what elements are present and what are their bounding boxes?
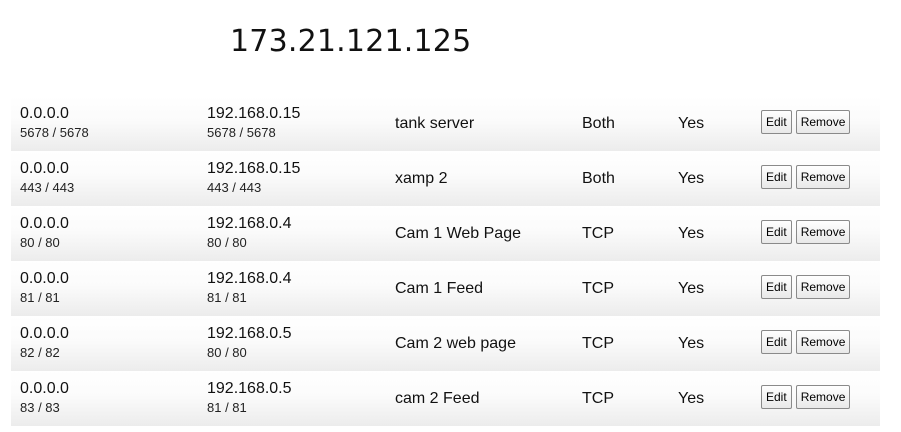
external-ip: 0.0.0.0 [20,325,69,342]
internal-ports: 443 / 443 [207,180,262,195]
remove-button[interactable]: Remove [795,165,851,189]
external-address-cell: 0.0.0.0 83 / 83 [20,380,69,416]
internal-address-cell: 192.168.0.4 81 / 81 [207,270,292,306]
enabled-status: Yes [678,280,705,297]
external-ports: 81 / 81 [20,290,60,305]
internal-ip: 192.168.0.15 [207,160,301,177]
remove-button[interactable]: Remove [795,385,851,409]
row-actions: Edit Remove [761,385,851,409]
external-address-cell: 0.0.0.0 81 / 81 [20,270,69,306]
external-ip: 0.0.0.0 [20,215,69,232]
edit-button[interactable]: Edit [761,275,792,299]
internal-ip: 192.168.0.5 [207,325,292,342]
internal-ports: 81 / 81 [207,400,247,415]
enabled-status: Yes [678,170,705,187]
enabled-status: Yes [678,115,705,132]
rule-name: Cam 1 Web Page [395,225,521,242]
external-address-cell: 0.0.0.0 5678 / 5678 [20,105,89,141]
table-row: 0.0.0.0 80 / 80 192.168.0.4 80 / 80 Cam … [11,206,880,261]
external-ip: 0.0.0.0 [20,160,69,177]
external-ports: 83 / 83 [20,400,60,415]
row-actions: Edit Remove [761,110,851,134]
external-address-cell: 0.0.0.0 82 / 82 [20,325,69,361]
enabled-status: Yes [678,225,705,242]
internal-ports: 81 / 81 [207,290,247,305]
remove-button[interactable]: Remove [795,275,851,299]
rule-name: cam 2 Feed [395,390,480,407]
internal-ports: 80 / 80 [207,345,247,360]
row-actions: Edit Remove [761,275,851,299]
internal-address-cell: 192.168.0.5 81 / 81 [207,380,292,416]
internal-ip: 192.168.0.15 [207,105,301,122]
rule-name: tank server [395,115,475,132]
remove-button[interactable]: Remove [795,330,851,354]
protocol: TCP [582,390,614,407]
rule-name: Cam 1 Feed [395,280,484,297]
protocol: Both [582,170,615,187]
table-row: 0.0.0.0 82 / 82 192.168.0.5 80 / 80 Cam … [11,316,880,371]
remove-button[interactable]: Remove [795,220,851,244]
enabled-status: Yes [678,335,705,352]
row-actions: Edit Remove [761,165,851,189]
enabled-status: Yes [678,390,705,407]
table-row: 0.0.0.0 5678 / 5678 192.168.0.15 5678 / … [11,96,880,151]
rule-name: xamp 2 [395,170,448,187]
external-ip: 0.0.0.0 [20,105,69,122]
public-ip-title: 173.21.121.125 [230,24,472,59]
edit-button[interactable]: Edit [761,385,792,409]
external-ports: 5678 / 5678 [20,125,89,140]
edit-button[interactable]: Edit [761,220,792,244]
table-row: 0.0.0.0 81 / 81 192.168.0.4 81 / 81 Cam … [11,261,880,316]
protocol: TCP [582,335,614,352]
protocol: TCP [582,225,614,242]
internal-address-cell: 192.168.0.15 443 / 443 [207,160,300,196]
edit-button[interactable]: Edit [761,165,792,189]
remove-button[interactable]: Remove [795,110,851,134]
internal-address-cell: 192.168.0.15 5678 / 5678 [207,105,300,141]
external-ip: 0.0.0.0 [20,270,69,287]
protocol: TCP [582,280,614,297]
internal-ip: 192.168.0.4 [207,270,292,287]
protocol: Both [582,115,615,132]
port-forwarding-rules-table: 0.0.0.0 5678 / 5678 192.168.0.15 5678 / … [11,96,880,426]
table-row: 0.0.0.0 443 / 443 192.168.0.15 443 / 443… [11,151,880,206]
table-row: 0.0.0.0 83 / 83 192.168.0.5 81 / 81 cam … [11,371,880,426]
external-ports: 443 / 443 [20,180,75,195]
row-actions: Edit Remove [761,330,851,354]
edit-button[interactable]: Edit [761,330,792,354]
external-ip: 0.0.0.0 [20,380,69,397]
internal-address-cell: 192.168.0.4 80 / 80 [207,215,292,251]
external-ports: 82 / 82 [20,345,60,360]
internal-ip: 192.168.0.5 [207,380,292,397]
internal-ports: 5678 / 5678 [207,125,276,140]
external-address-cell: 0.0.0.0 443 / 443 [20,160,74,196]
external-address-cell: 0.0.0.0 80 / 80 [20,215,69,251]
external-ports: 80 / 80 [20,235,60,250]
edit-button[interactable]: Edit [761,110,792,134]
internal-ports: 80 / 80 [207,235,247,250]
internal-ip: 192.168.0.4 [207,215,292,232]
internal-address-cell: 192.168.0.5 80 / 80 [207,325,292,361]
row-actions: Edit Remove [761,220,851,244]
rule-name: Cam 2 web page [395,335,516,352]
